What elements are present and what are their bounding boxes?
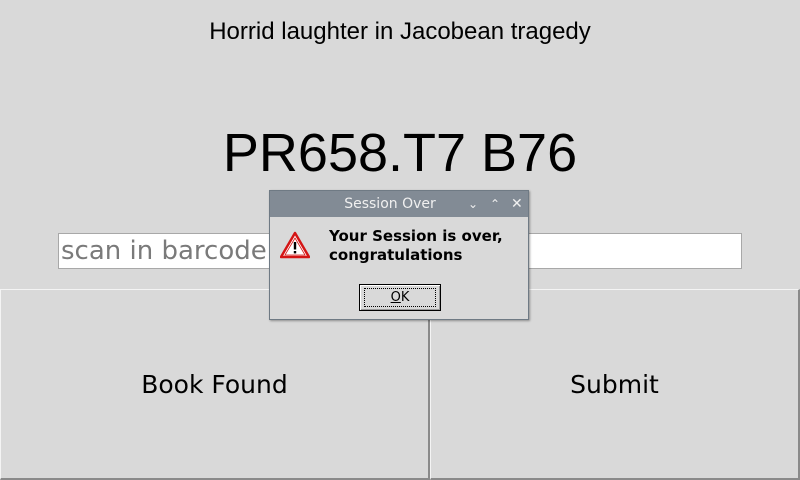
warning-icon <box>280 231 310 259</box>
ok-button[interactable]: OK <box>359 284 441 311</box>
app-window: Horrid laughter in Jacobean tragedy PR65… <box>0 0 800 480</box>
close-icon[interactable]: ✕ <box>511 191 523 217</box>
chevron-down-icon[interactable]: ⌄ <box>468 191 478 217</box>
dialog-message-line2: congratulations <box>329 246 463 264</box>
ok-mnemonic: O <box>390 290 401 305</box>
dialog-message-line1: Your Session is over, <box>329 227 503 245</box>
chevron-up-icon[interactable]: ⌃ <box>490 191 500 217</box>
call-number: PR658.T7 B76 <box>222 123 578 183</box>
book-title: Horrid laughter in Jacobean tragedy <box>209 18 591 45</box>
ok-button-label: OK <box>363 288 437 307</box>
dialog-titlebar[interactable]: Session Over ⌄ ⌃ ✕ <box>270 191 528 217</box>
ok-rest: K <box>400 290 410 305</box>
dialog-message: Your Session is over, congratulations <box>329 227 529 265</box>
dialog-title: Session Over <box>344 196 436 212</box>
session-over-dialog: Session Over ⌄ ⌃ ✕ Your Session is over,… <box>269 190 529 320</box>
